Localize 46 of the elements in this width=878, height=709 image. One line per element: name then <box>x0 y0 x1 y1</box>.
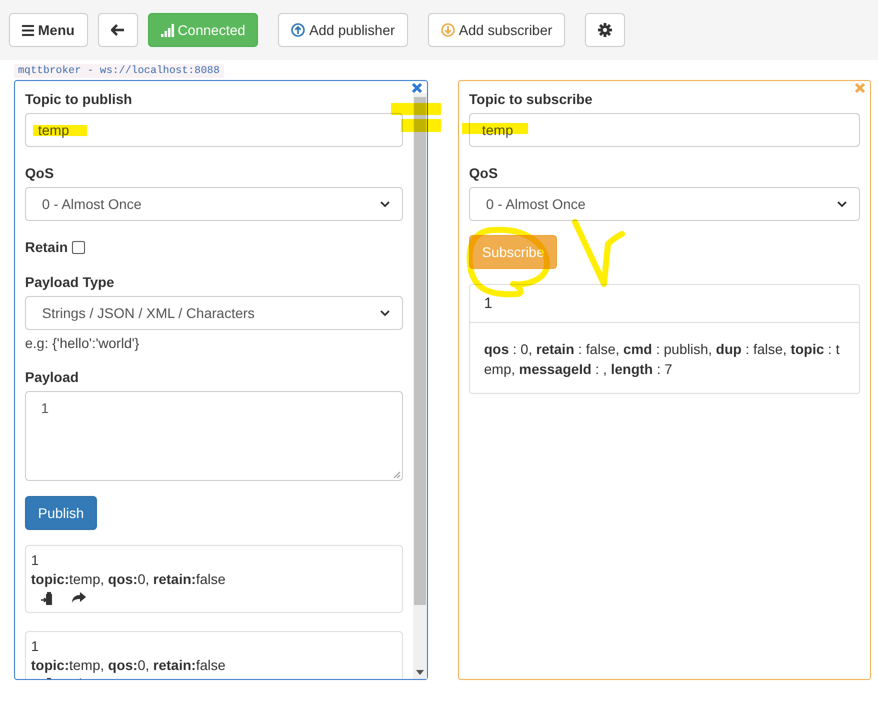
message-payload: 1 <box>31 551 40 570</box>
equals-scribble <box>391 103 441 132</box>
signal-bars-icon <box>160 24 174 36</box>
field-label: Topic to subscribe <box>469 91 594 107</box>
payload-type-select[interactable]: Strings / JSON / XML / Characters <box>25 296 403 330</box>
up-arrow-circle-icon <box>291 23 306 37</box>
menu-icon <box>22 24 34 36</box>
message-payload: 1 <box>31 637 40 656</box>
scrollbar-thumb[interactable] <box>414 97 426 605</box>
field-label: QoS <box>469 165 499 181</box>
check-scribble <box>570 218 628 290</box>
payload-textarea[interactable]: 1 <box>25 391 403 481</box>
topic-input[interactable]: temp <box>469 113 860 147</box>
add-publisher-button[interactable]: Add publisher <box>278 13 408 47</box>
retain-checkbox[interactable] <box>72 240 85 254</box>
back-button[interactable] <box>98 13 138 47</box>
field-label: QoS <box>25 165 55 181</box>
message-payload: 1 <box>470 285 859 323</box>
message-meta: topic:temp, qos:0, retain:false <box>31 570 227 589</box>
share-arrow-icon[interactable] <box>71 591 86 603</box>
broker-address: mqttbroker - ws://localhost:8088 <box>14 64 224 78</box>
chevron-icon <box>837 201 847 207</box>
qos-select[interactable]: 0 - Almost Once <box>25 187 403 221</box>
down-arrow-circle-icon <box>440 23 455 37</box>
clipboard-icon[interactable] <box>41 591 55 605</box>
field-label: Topic to publish <box>25 91 134 107</box>
message-meta: topic:temp, qos:0, retain:false <box>31 656 227 675</box>
field-label: Payload Type <box>25 274 116 290</box>
field-label: Payload <box>25 369 80 385</box>
field-label: Retain <box>25 239 68 255</box>
topic-input[interactable]: temp <box>25 113 403 147</box>
left-arrow-icon <box>110 24 125 36</box>
publish-button[interactable]: Publish <box>25 496 97 530</box>
menu-button[interactable]: Menu <box>9 13 88 47</box>
chevron-icon <box>380 201 390 207</box>
settings-button[interactable] <box>585 13 626 47</box>
scroll-down-icon[interactable] <box>416 670 424 675</box>
add-subscriber-button[interactable]: Add subscriber <box>428 13 566 47</box>
settings-icon <box>598 23 612 37</box>
payload-hint: e.g: {'hello':'world'} <box>25 335 140 351</box>
message-meta: qos : 0, retain : false, cmd : publish, dup : false, topic : temp, messageId : , length : 7 <box>483 340 841 379</box>
resize-grip-icon[interactable] <box>393 471 401 479</box>
highlighter-mark <box>33 125 87 136</box>
qos-select[interactable]: 0 - Almost Once <box>469 187 860 221</box>
chevron-icon <box>380 310 390 316</box>
close-icon[interactable] <box>411 82 423 94</box>
